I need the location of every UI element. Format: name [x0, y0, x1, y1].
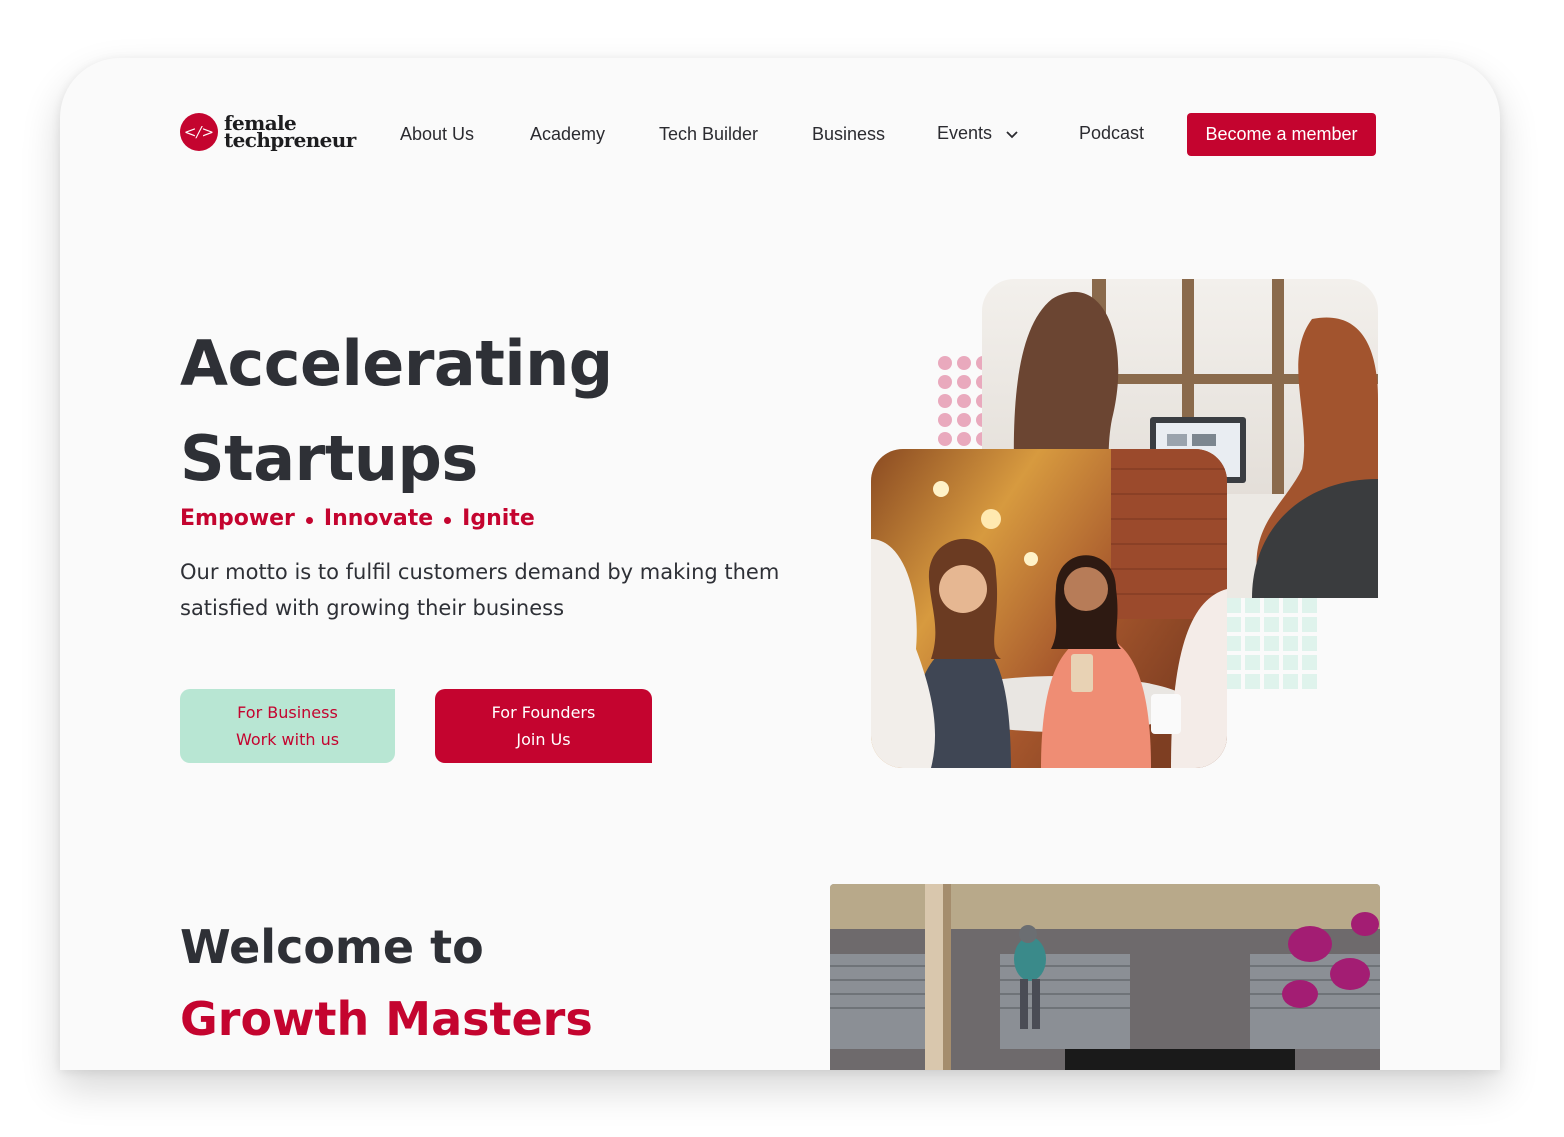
for-founders-button[interactable]: For Founders Join Us: [435, 689, 652, 763]
logo-mark-icon: </>: [180, 113, 218, 151]
growth-masters-heading: Growth Masters: [180, 992, 593, 1046]
chevron-down-icon[interactable]: [1005, 130, 1019, 140]
cafe-conversation-photo: [871, 449, 1227, 768]
street-window-photo: [830, 884, 1380, 1070]
hero-title-line-1: Accelerating: [180, 327, 613, 400]
welcome-heading: Welcome to: [180, 920, 484, 974]
hero-tagline: Empower Innovate Ignite: [180, 506, 535, 531]
tagline-innovate: Innovate: [323, 506, 434, 531]
for-business-line-2: Work with us: [235, 730, 340, 749]
bullet-dot-icon: [444, 516, 452, 524]
for-founders-line-2: Join Us: [516, 730, 571, 749]
tagline-ignite: Ignite: [462, 506, 535, 531]
hero-title: Accelerating Startups: [180, 316, 613, 506]
nav-academy[interactable]: Academy: [530, 124, 605, 145]
nav-events[interactable]: Events: [937, 123, 992, 144]
hero-title-line-2: Startups: [180, 422, 478, 495]
become-member-button[interactable]: Become a member: [1187, 113, 1376, 156]
tagline-empower: Empower: [180, 506, 295, 531]
logo-line-2: techpreneur: [224, 128, 356, 152]
nav-business[interactable]: Business: [812, 124, 885, 145]
for-business-button[interactable]: For Business Work with us: [180, 689, 395, 763]
nav-podcast[interactable]: Podcast: [1079, 123, 1144, 144]
bullet-dot-icon: [305, 516, 313, 524]
for-founders-line-1: For Founders: [491, 703, 596, 722]
decorative-square-pattern: [1226, 598, 1317, 689]
browser-frame: </> female techpreneur About Us Academy …: [60, 58, 1500, 1070]
for-business-line-1: For Business: [237, 703, 338, 722]
nav-tech-builder[interactable]: Tech Builder: [659, 124, 758, 145]
nav-about-us[interactable]: About Us: [400, 124, 474, 145]
hero-motto: Our motto is to fulfil customers demand …: [180, 560, 780, 620]
logo-wordmark: female techpreneur: [224, 113, 356, 152]
brand-logo[interactable]: </> female techpreneur: [180, 113, 356, 151]
